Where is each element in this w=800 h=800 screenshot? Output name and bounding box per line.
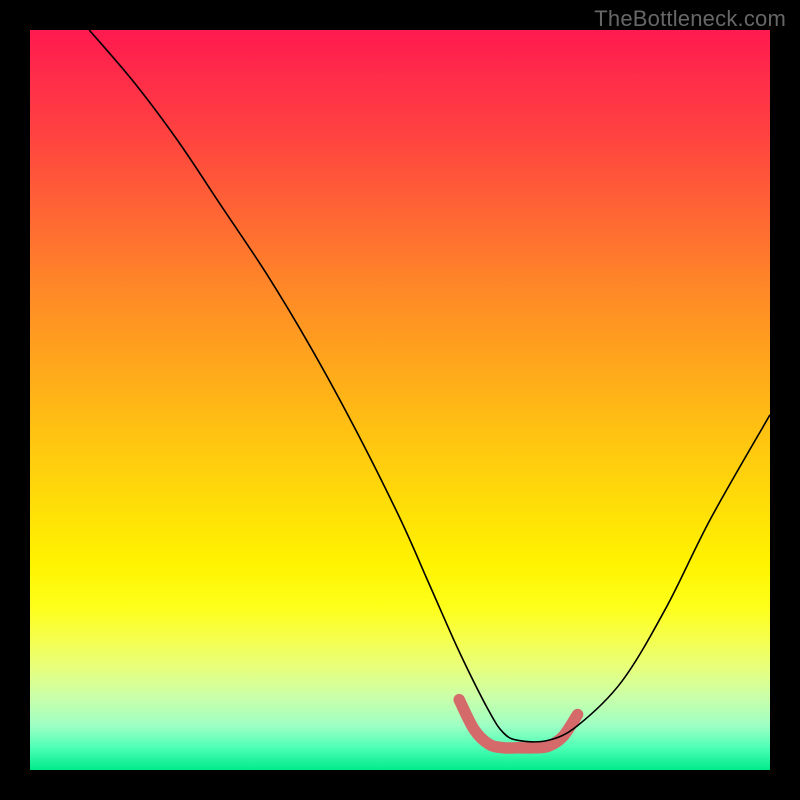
- bottleneck-curve: [89, 30, 770, 742]
- curves-svg: [30, 30, 770, 770]
- chart-frame: TheBottleneck.com: [0, 0, 800, 800]
- watermark-text: TheBottleneck.com: [594, 6, 786, 32]
- plot-area: [30, 30, 770, 770]
